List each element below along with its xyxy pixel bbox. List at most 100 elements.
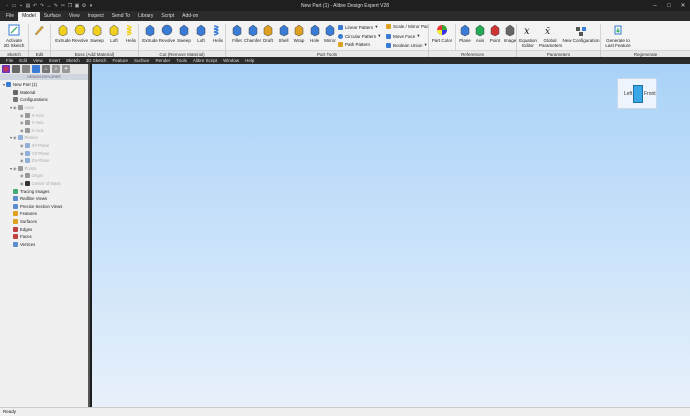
cut-revolve-button[interactable]: Revolve bbox=[158, 23, 176, 43]
tab-surface[interactable]: Surface bbox=[40, 12, 65, 21]
tree-node-x-axis[interactable]: ◉ X-Axis bbox=[0, 111, 88, 119]
new-configuration-button[interactable]: New Configuration bbox=[562, 23, 600, 43]
visibility-eye-icon[interactable]: ◉ bbox=[20, 173, 24, 178]
tab-file[interactable]: File bbox=[2, 12, 18, 21]
cut-icon[interactable]: ✂ bbox=[60, 3, 66, 9]
part-icon[interactable] bbox=[12, 65, 20, 73]
cut-extrude-button[interactable]: Extrude bbox=[141, 23, 159, 43]
cut-sweep-button[interactable]: Sweep bbox=[175, 23, 193, 43]
menu-alibre-script[interactable]: Alibre Script bbox=[190, 58, 220, 63]
visibility-eye-icon[interactable]: ◉ bbox=[20, 143, 24, 148]
visibility-eye-icon[interactable]: ◉ bbox=[20, 151, 24, 156]
boss-loft-button[interactable]: Loft bbox=[105, 23, 123, 43]
part-color-button[interactable]: Part Color bbox=[432, 23, 452, 43]
menu-3d-sketch[interactable]: 3D Sketch bbox=[83, 58, 110, 63]
save-icon[interactable]: ▪ bbox=[18, 3, 24, 9]
activate-2d-sketch-button[interactable]: Activate 2D Sketch bbox=[3, 23, 25, 48]
visibility-eye-icon[interactable]: ◉ bbox=[13, 166, 17, 171]
tree-node-planes[interactable]: ▾ ◉ Planes bbox=[0, 134, 88, 142]
menu-help[interactable]: Help bbox=[242, 58, 257, 63]
maximize-icon[interactable]: □ bbox=[662, 0, 676, 11]
menu-sketch[interactable]: Sketch bbox=[63, 58, 83, 63]
tree-node-vertices[interactable]: Vertices bbox=[0, 240, 88, 248]
edit-button[interactable] bbox=[33, 23, 45, 37]
mirror-button[interactable]: Mirror bbox=[321, 23, 339, 43]
boolean-union-button[interactable]: Boolean Union ▾ bbox=[386, 42, 427, 48]
tab-view[interactable]: View bbox=[65, 12, 84, 21]
redo-icon[interactable]: ↷ bbox=[39, 3, 45, 9]
view-cube-front-face[interactable] bbox=[633, 85, 643, 103]
menu-edit[interactable]: Edit bbox=[16, 58, 30, 63]
pen-icon[interactable]: ✎ bbox=[53, 3, 59, 9]
pin-icon[interactable]: ✦ bbox=[62, 65, 70, 73]
measure-icon[interactable]: ↔ bbox=[46, 3, 52, 9]
tree-node-features[interactable]: Features bbox=[0, 210, 88, 218]
undo-icon[interactable]: ↶ bbox=[32, 3, 38, 9]
view-cube-left-face[interactable]: Left bbox=[624, 91, 632, 97]
tree-node-configurations[interactable]: Configurations bbox=[0, 96, 88, 104]
move-face-button[interactable]: Move Face ▾ bbox=[386, 33, 420, 39]
tree-node-edges[interactable]: Edges bbox=[0, 225, 88, 233]
paste-icon[interactable]: ▣ bbox=[74, 3, 80, 9]
menu-surface[interactable]: Surface bbox=[131, 58, 153, 63]
tab-send-to[interactable]: Send To bbox=[108, 12, 134, 21]
tree-node-faces[interactable]: Faces bbox=[0, 233, 88, 241]
tree-node-origin[interactable]: ◉ Origin bbox=[0, 172, 88, 180]
tree-node-xy-plane[interactable]: ◉ XY-Plane bbox=[0, 142, 88, 150]
cut-loft-button[interactable]: Loft bbox=[192, 23, 210, 43]
tab-library[interactable]: Library bbox=[134, 12, 157, 21]
color-wheel-icon[interactable] bbox=[2, 65, 10, 73]
visibility-eye-icon[interactable]: ◉ bbox=[13, 105, 17, 110]
circular-pattern-button[interactable]: Circular Pattern ▾ bbox=[338, 33, 381, 39]
tab-model[interactable]: Model bbox=[18, 12, 40, 21]
tab-script[interactable]: Script bbox=[157, 12, 178, 21]
tree-node-points[interactable]: ▾ ◉ Points bbox=[0, 165, 88, 173]
tree-node-material[interactable]: Material bbox=[0, 89, 88, 97]
menu-feature[interactable]: Feature bbox=[110, 58, 132, 63]
minimize-icon[interactable]: – bbox=[648, 0, 662, 11]
tree-node-center-of-mass[interactable]: ◉ Center of Mass bbox=[0, 180, 88, 188]
tree-node-y-axis[interactable]: ◉ Y-Axis bbox=[0, 119, 88, 127]
settings-icon[interactable]: ⚙ bbox=[81, 3, 87, 9]
tree-node-tracing-images[interactable]: Tracing Images bbox=[0, 187, 88, 195]
visibility-eye-icon[interactable]: ◉ bbox=[20, 120, 24, 125]
view-cube-front-label[interactable]: Front bbox=[644, 91, 656, 97]
collapse-icon[interactable]: ⌂ bbox=[42, 65, 50, 73]
boss-sweep-button[interactable]: Sweep bbox=[88, 23, 106, 43]
display-icon[interactable] bbox=[32, 65, 40, 73]
menu-window[interactable]: Window bbox=[220, 58, 242, 63]
visibility-eye-icon[interactable]: ◉ bbox=[13, 135, 17, 140]
new-icon[interactable]: ▫ bbox=[4, 3, 10, 9]
path-pattern-button[interactable]: Path Pattern bbox=[338, 42, 370, 47]
menu-insert[interactable]: Insert bbox=[46, 58, 63, 63]
tab-inspect[interactable]: Inspect bbox=[84, 12, 108, 21]
linear-pattern-button[interactable]: Linear Pattern ▾ bbox=[338, 24, 378, 30]
tree-node-z-axis[interactable]: ◉ Z-Axis bbox=[0, 127, 88, 135]
dropdown-icon[interactable]: ▾ bbox=[88, 3, 94, 9]
tree-node-new-part-1-[interactable]: ▾ New Part (1) bbox=[0, 81, 88, 89]
close-icon[interactable]: ✕ bbox=[676, 0, 690, 11]
visibility-eye-icon[interactable]: ◉ bbox=[20, 158, 24, 163]
global-parameters-button[interactable]: x̄ Global Parameters bbox=[539, 23, 562, 48]
search-icon[interactable]: ⌕ bbox=[52, 65, 60, 73]
tab-add-on[interactable]: Add-on bbox=[178, 12, 202, 21]
copy-icon[interactable]: ❐ bbox=[67, 3, 73, 9]
tree-node-yz-plane[interactable]: ◉ YZ-Plane bbox=[0, 149, 88, 157]
tree-node-precise-section-views[interactable]: Precise Section Views bbox=[0, 203, 88, 211]
view-cube[interactable]: Left Front bbox=[617, 78, 657, 109]
visibility-eye-icon[interactable]: ◉ bbox=[20, 128, 24, 133]
visibility-eye-icon[interactable]: ◉ bbox=[20, 113, 24, 118]
menu-render[interactable]: Render bbox=[153, 58, 174, 63]
generate-to-last-feature-button[interactable]: Generate to Last Feature bbox=[602, 23, 634, 48]
filter-icon[interactable] bbox=[22, 65, 30, 73]
scale-mirror-part-button[interactable]: Scale / Mirror Part bbox=[386, 24, 429, 29]
menu-view[interactable]: View bbox=[30, 58, 46, 63]
menu-tools[interactable]: Tools bbox=[173, 58, 190, 63]
tree-node-redline-views[interactable]: Redline Views bbox=[0, 195, 88, 203]
tree-node-axes[interactable]: ▾ ◉ Axes bbox=[0, 104, 88, 112]
tree-node-zx-plane[interactable]: ◉ ZX-Plane bbox=[0, 157, 88, 165]
3d-viewport[interactable] bbox=[92, 64, 690, 407]
visibility-eye-icon[interactable]: ◉ bbox=[20, 181, 24, 186]
open-icon[interactable]: ▭ bbox=[11, 3, 17, 9]
boss-revolve-button[interactable]: Revolve bbox=[71, 23, 89, 43]
